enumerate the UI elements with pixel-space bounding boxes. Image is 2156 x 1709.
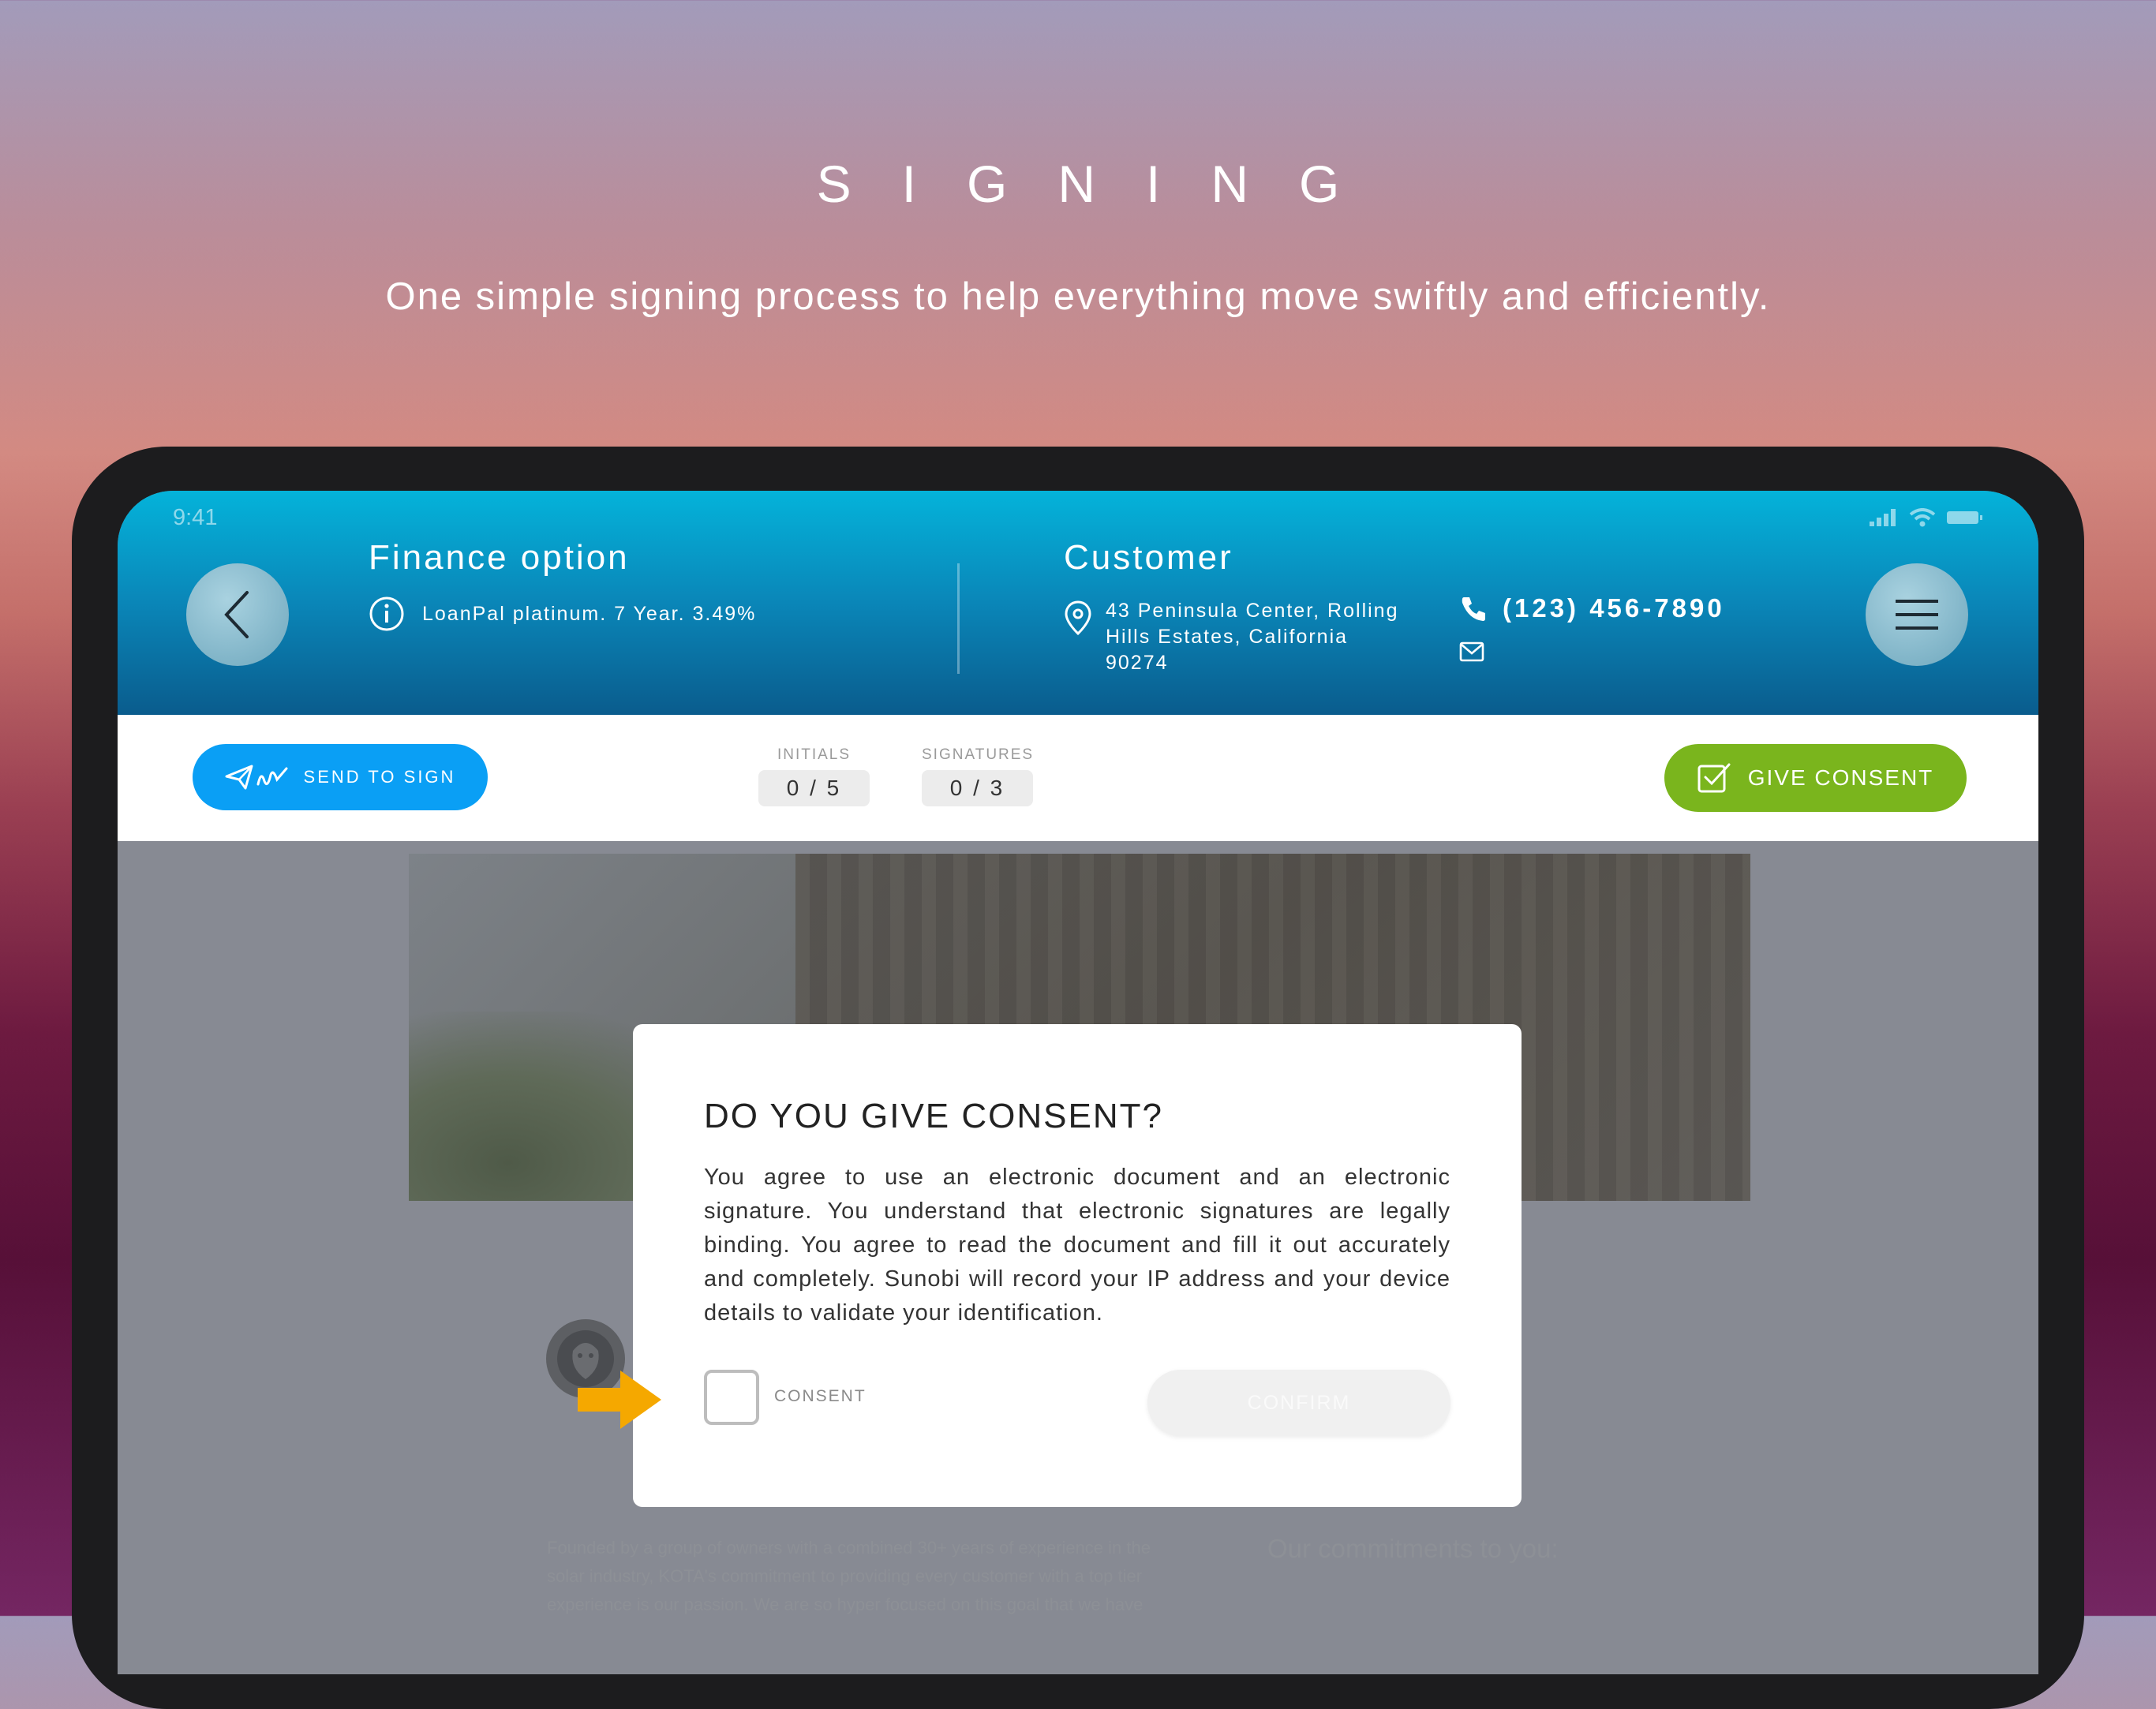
consent-dialog: DO YOU GIVE CONSENT? You agree to use an… (633, 1024, 1522, 1507)
signatures-label: SIGNATURES (922, 746, 1035, 763)
customer-title: Customer (1064, 538, 1233, 577)
send-to-sign-label: SEND TO SIGN (303, 767, 456, 787)
signing-toolbar: SEND TO SIGN INITIALS 0 / 5 SIGNATURES 0… (118, 715, 2038, 841)
consent-checkbox-label[interactable]: CONSENT (774, 1387, 867, 1406)
finance-detail: LoanPal platinum. 7 Year. 3.49% (422, 603, 757, 625)
customer-phone[interactable]: (123) 456-7890 (1503, 593, 1725, 623)
confirm-button[interactable]: CONFIRM (1147, 1370, 1450, 1436)
finance-title: Finance option (369, 538, 630, 577)
wifi-icon (1909, 508, 1936, 527)
consent-checkbox[interactable] (704, 1370, 759, 1425)
commitments-heading: Our commitments to you: (1267, 1534, 1559, 1563)
phone-icon[interactable] (1459, 595, 1488, 623)
chevron-left-icon (224, 591, 249, 638)
status-icons (1870, 508, 1983, 527)
checkbox-check-icon (1697, 763, 1731, 793)
signatures-counter: SIGNATURES 0 / 3 (922, 746, 1034, 806)
hamburger-icon (1896, 600, 1938, 630)
address-line-2: Hills Estates, California (1106, 626, 1349, 648)
initials-value: 0 / 5 (758, 770, 870, 806)
give-consent-label: GIVE CONSENT (1747, 765, 1934, 790)
address-line-1: 43 Peninsula Center, Rolling (1106, 600, 1399, 622)
battery-icon (1947, 511, 1982, 524)
signal-icon (1870, 509, 1896, 526)
header-bar: 9:41 Finance option LoanPal platinum. 7 … (118, 491, 2038, 715)
send-signature-icon (225, 765, 288, 790)
info-icon[interactable] (369, 596, 405, 632)
header-divider (957, 563, 960, 674)
app-screen: 9:41 Finance option LoanPal platinum. 7 … (118, 491, 2038, 1674)
send-to-sign-button[interactable]: SEND TO SIGN (193, 744, 488, 810)
email-icon[interactable] (1459, 641, 1484, 662)
give-consent-button[interactable]: GIVE CONSENT (1664, 744, 1967, 812)
document-intro-text: Founded by a group of owners with a comb… (547, 1538, 1151, 1614)
consent-dialog-title: DO YOU GIVE CONSENT? (704, 1097, 1163, 1135)
pointer-arrow-icon (578, 1371, 661, 1429)
initials-label: INITIALS (777, 746, 852, 763)
signatures-value: 0 / 3 (922, 770, 1033, 806)
hero-subtitle: One simple signing process to help every… (385, 275, 1771, 318)
menu-button[interactable] (1866, 563, 1968, 666)
back-button[interactable] (186, 563, 289, 666)
hero-title: SIGNING (816, 155, 1391, 213)
consent-dialog-body: You agree to use an electronic document … (704, 1165, 1450, 1326)
location-pin-icon (1065, 600, 1091, 636)
address-line-3: 90274 (1106, 652, 1169, 674)
customer-address: 43 Peninsula Center, Rolling Hills Estat… (1106, 598, 1398, 676)
status-time: 9:41 (173, 505, 218, 530)
initials-counter: INITIALS 0 / 5 (758, 746, 870, 806)
